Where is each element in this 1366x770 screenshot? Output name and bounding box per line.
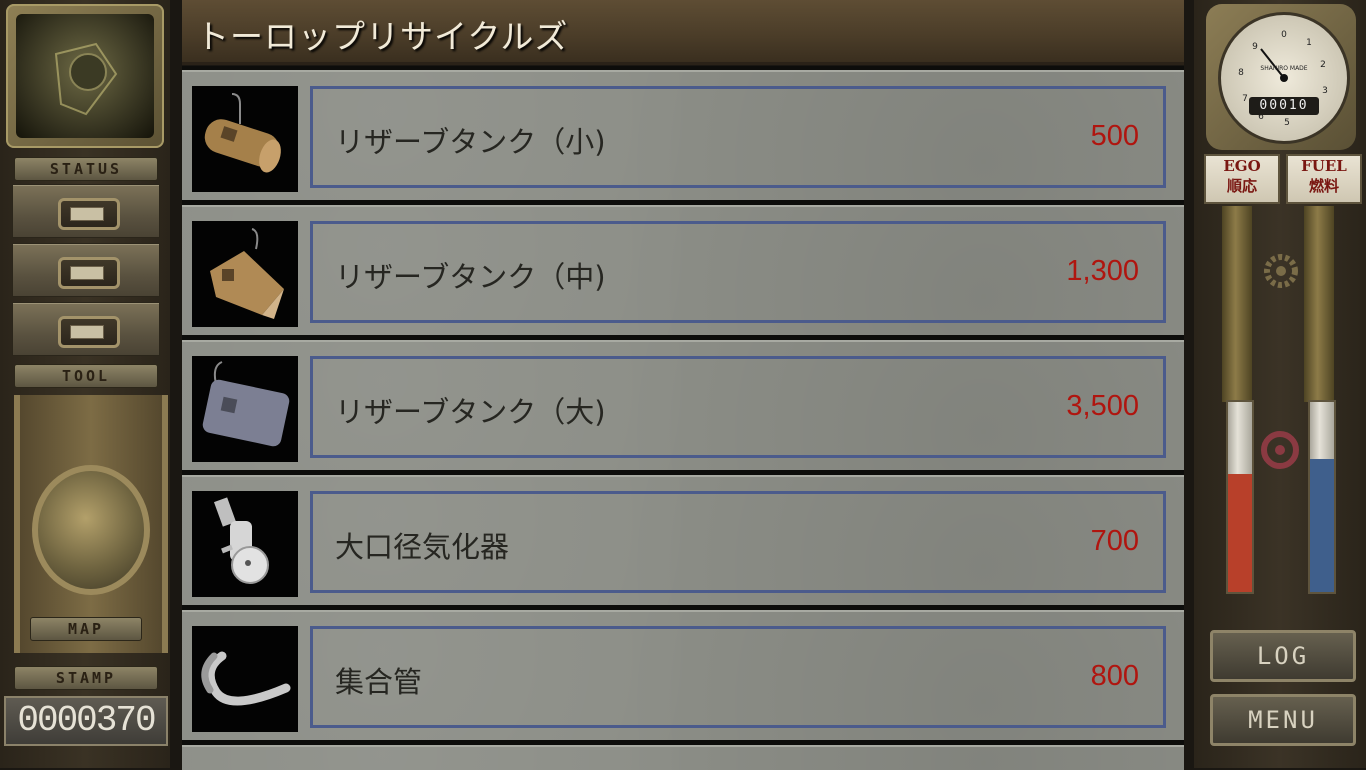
svg-text:5: 5 [1284,118,1290,128]
pipe-decoration [1304,206,1334,402]
map-label: MAP [30,617,142,641]
valve-icon [1261,431,1299,469]
tool-label: TOOL [14,364,158,388]
svg-text:1: 1 [1306,38,1312,48]
list-item[interactable]: リザーブタンク（小) 500 [182,70,1184,200]
list-item[interactable]: 大口径気化器 700 [182,475,1184,605]
ego-label-en: EGO [1223,157,1261,175]
fuel-meter-fill [1310,459,1334,592]
fuel-label-en: FUEL [1301,157,1347,175]
fuel-meter [1308,400,1336,594]
pipe-decoration [1222,206,1252,402]
item-price: 800 [1090,660,1139,692]
list-item[interactable]: リザーブタンク（中) 1,300 [182,205,1184,335]
svg-text:9: 9 [1252,42,1258,52]
log-button[interactable]: LOG [1210,630,1356,682]
fuel-label: FUEL 燃料 [1286,154,1362,204]
fuel-label-jp: 燃料 [1308,177,1339,195]
portrait-image [16,14,154,138]
stamp-label: STAMP [14,666,158,690]
gauge-icon: 012 345 678 9 SHANIRO MADE 00010 [1218,12,1350,144]
drawer-handle-icon [58,257,120,289]
item-price: 3,500 [1066,390,1139,422]
menu-button[interactable]: MENU [1210,694,1356,746]
carburetor-icon [192,491,298,597]
map-button[interactable] [14,395,168,653]
item-entry[interactable]: 集合管 800 [310,626,1166,728]
item-entry[interactable]: 大口径気化器 700 [310,491,1166,593]
item-name: 大口径気化器 [335,530,510,564]
right-panel: 012 345 678 9 SHANIRO MADE 00010 EGO 順応 … [1194,0,1366,768]
drawer-handle-icon [58,198,120,230]
status-drawer-1[interactable] [12,184,160,238]
list-item-partial[interactable] [182,745,1184,770]
svg-text:7: 7 [1242,94,1248,104]
character-portrait[interactable] [6,4,164,148]
list-item[interactable]: リザーブタンク（大) 3,500 [182,340,1184,470]
ego-meter-fill [1228,474,1252,592]
status-drawer-3[interactable] [12,302,160,356]
large-tank-icon [192,356,298,462]
item-name: リザーブタンク（大) [335,395,606,429]
drawer-handle-icon [58,316,120,348]
item-entry[interactable]: リザーブタンク（小) 500 [310,86,1166,188]
ego-label: EGO 順応 [1204,154,1280,204]
item-price: 1,300 [1066,255,1139,287]
item-name: リザーブタンク（中) [335,260,606,294]
item-price: 500 [1090,120,1139,152]
item-name: 集合管 [335,665,423,699]
shop-header: トーロップリサイクルズ [182,0,1358,65]
odometer: 00010 [1249,97,1319,115]
item-name: リザーブタンク（小) [335,125,606,159]
shop-title: トーロップリサイクルズ [196,17,569,56]
item-price: 700 [1090,525,1139,557]
medium-tank-icon [192,221,298,327]
shop-item-list[interactable]: リザーブタンク（小) 500 リザーブタンク（中) 1,300 リザーブタンク（… [182,66,1184,770]
status-label: STATUS [14,157,158,181]
item-entry[interactable]: リザーブタンク（中) 1,300 [310,221,1166,323]
svg-text:3: 3 [1322,86,1328,96]
ego-meter [1226,400,1254,594]
list-item[interactable]: 集合管 800 [182,610,1184,740]
gauge-brand: SHANIRO MADE [1260,65,1308,72]
svg-text:0: 0 [1281,30,1287,40]
gauge: 012 345 678 9 SHANIRO MADE 00010 [1206,4,1356,150]
ego-label-jp: 順応 [1226,177,1257,195]
gear-icon [1264,254,1298,288]
status-drawer-2[interactable] [12,243,160,297]
item-entry[interactable]: リザーブタンク（大) 3,500 [310,356,1166,458]
left-panel: STATUS TOOL MAP STAMP 0000370 [0,0,170,768]
stamp-counter: 0000370 [4,696,168,746]
globe-icon [32,465,150,595]
small-tank-icon [192,86,298,192]
exhaust-pipe-icon [192,626,298,732]
